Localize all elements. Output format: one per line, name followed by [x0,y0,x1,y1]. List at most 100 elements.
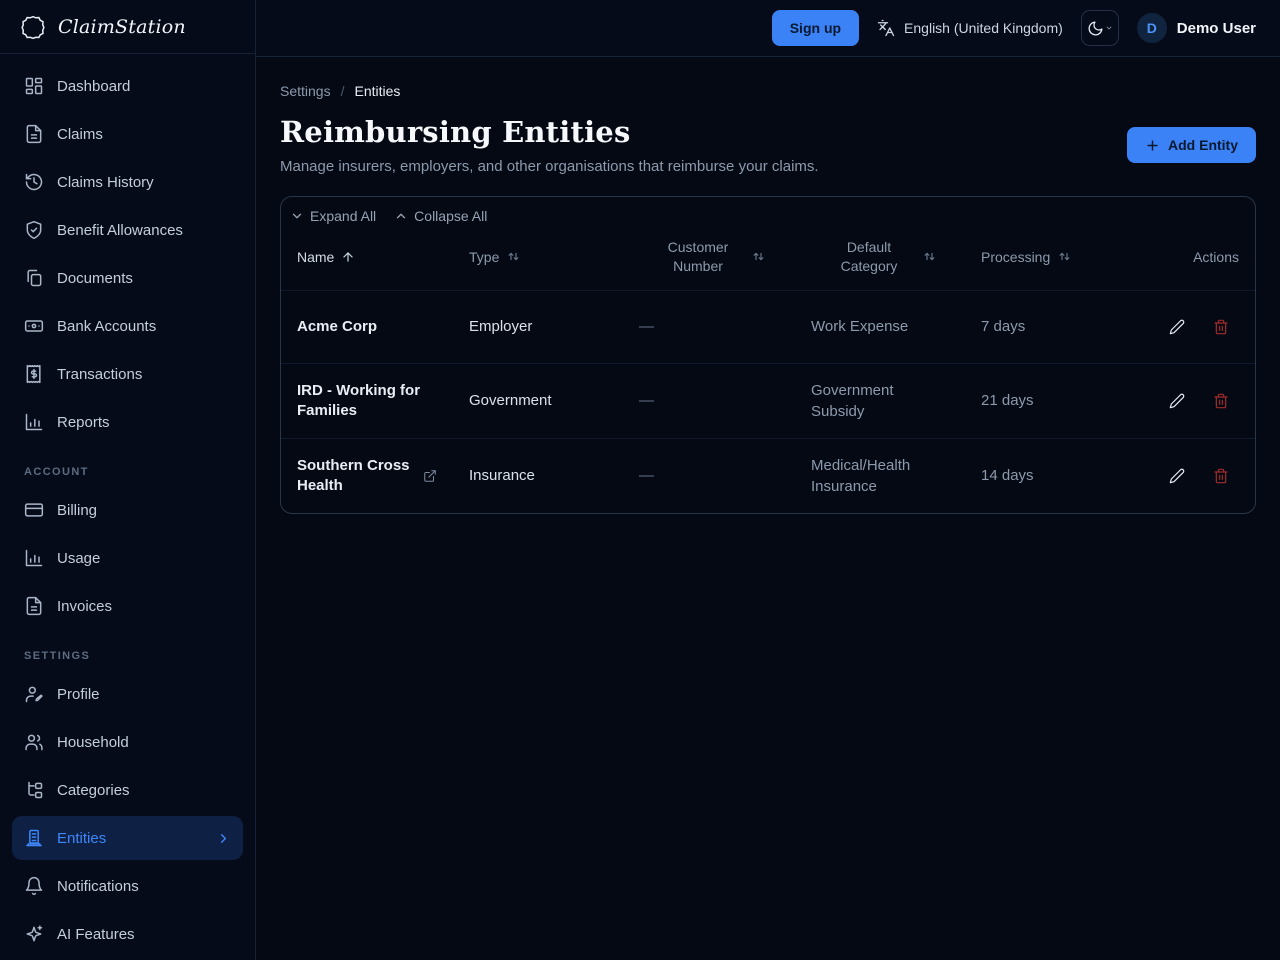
plus-icon [1145,138,1160,153]
sidebar-nav: Dashboard Claims Claims History Benefit … [0,54,255,960]
building-icon [24,828,44,848]
theme-toggle-button[interactable] [1080,10,1119,46]
sidebar-item-label: Transactions [57,365,143,383]
table-toolbar: Expand All Collapse All [281,197,1255,228]
collapse-all-button[interactable]: Collapse All [394,208,487,224]
add-entity-button[interactable]: Add Entity [1127,127,1256,163]
user-name: Demo User [1176,19,1256,37]
sidebar-item-benefit-allowances[interactable]: Benefit Allowances [12,208,243,252]
expand-all-label: Expand All [310,208,377,224]
sidebar-item-reports[interactable]: Reports [12,400,243,444]
sidebar-item-claims-history[interactable]: Claims History [12,160,243,204]
sort-updown-icon [1057,249,1072,264]
column-label-type: Type [469,248,500,265]
page-title: Reimbursing Entities [280,115,631,149]
shield-check-icon [24,220,44,240]
entities-table-card: Expand All Collapse All Name Type Custom… [280,196,1256,514]
sidebar-item-dashboard[interactable]: Dashboard [12,64,243,108]
page-content: Settings / Entities Reimbursing Entities… [256,57,1280,514]
chevron-right-icon [216,831,231,846]
column-header-processing[interactable]: Processing [965,228,1155,290]
topbar: Sign up English (United Kingdom) D Demo … [256,0,1280,57]
entity-processing: 21 days [981,392,1034,410]
file-text-icon [24,596,44,616]
sort-ascending-icon [341,250,355,264]
table-row: Acme Corp Employer — Work Expense 7 days [281,290,1255,363]
chart-column-icon [24,548,44,568]
breadcrumb-settings-link[interactable]: Settings [280,83,331,99]
sidebar-item-label: Bank Accounts [57,317,157,335]
sidebar-item-profile[interactable]: Profile [12,672,243,716]
entity-type: Insurance [469,467,535,485]
sidebar-item-label: Claims [57,125,103,143]
delete-entity-button[interactable] [1209,464,1233,488]
table-row: Southern Cross Health Insurance — Medica… [281,438,1255,513]
user-menu[interactable]: D Demo User [1136,13,1256,43]
dashboard-icon [24,76,44,96]
main-area: Sign up English (United Kingdom) D Demo … [256,0,1280,960]
breadcrumb-current: Entities [354,83,401,99]
signup-label: Sign up [789,20,842,36]
sidebar-item-invoices[interactable]: Invoices [12,584,243,628]
sidebar-item-claims[interactable]: Claims [12,112,243,156]
column-header-name[interactable]: Name [281,228,453,290]
sidebar-item-label: Usage [57,549,101,567]
page-header: Reimbursing Entities Manage insurers, em… [280,115,1256,175]
column-header-default-category[interactable]: Default Category [795,228,965,290]
copy-documents-icon [24,268,44,288]
sort-updown-icon [506,249,521,264]
pencil-icon [1169,393,1185,409]
sidebar-item-documents[interactable]: Documents [12,256,243,300]
trash-icon [1213,319,1229,335]
chevron-down-icon [290,209,304,223]
pencil-icon [1169,468,1185,484]
sidebar-heading-settings: Settings [24,650,91,662]
sidebar-item-billing[interactable]: Billing [12,488,243,532]
trash-icon [1213,468,1229,484]
external-link-icon[interactable] [423,469,437,483]
entity-customer-number: — [639,467,654,485]
sidebar-item-household[interactable]: Household [12,720,243,764]
sidebar-item-label: Benefit Allowances [57,221,183,239]
sidebar-item-label: Reports [57,413,110,431]
sidebar-item-bank-accounts[interactable]: Bank Accounts [12,304,243,348]
language-selector[interactable]: English (United Kingdom) [877,19,1063,37]
entity-processing: 14 days [981,467,1034,485]
bar-chart-icon [24,412,44,432]
table-header-row: Name Type Customer Number Default Catego… [281,228,1255,290]
delete-entity-button[interactable] [1209,315,1233,339]
edit-entity-button[interactable] [1165,389,1189,413]
delete-entity-button[interactable] [1209,389,1233,413]
collapse-all-label: Collapse All [414,208,488,224]
column-header-type[interactable]: Type [453,228,623,290]
language-label: English (United Kingdom) [904,20,1063,36]
sidebar-item-label: Household [57,733,129,751]
banknote-icon [24,316,44,336]
sidebar-item-usage[interactable]: Usage [12,536,243,580]
sidebar-item-label: Entities [57,829,107,847]
chevron-up-icon [394,209,408,223]
sidebar-item-label: Billing [57,501,98,519]
sidebar-item-ai-features[interactable]: AI Features [12,912,243,956]
column-header-customer-number[interactable]: Customer Number [623,228,795,290]
brand-header[interactable]: ClaimStation [0,0,255,54]
signup-button[interactable]: Sign up [771,10,860,46]
sidebar-item-categories[interactable]: Categories [12,768,243,812]
expand-all-button[interactable]: Expand All [290,208,376,224]
column-label-default-category: Default Category [840,239,898,274]
sidebar-item-label: Documents [57,269,133,287]
languages-icon [877,19,895,37]
edit-entity-button[interactable] [1165,315,1189,339]
column-label-name: Name [297,248,335,265]
entity-customer-number: — [639,318,654,336]
sidebar-item-transactions[interactable]: Transactions [12,352,243,396]
pencil-icon [1169,319,1185,335]
edit-entity-button[interactable] [1165,464,1189,488]
sidebar-item-notifications[interactable]: Notifications [12,864,243,908]
page-header-text: Reimbursing Entities Manage insurers, em… [280,115,819,175]
sidebar-item-label: Dashboard [57,77,131,95]
bell-icon [24,876,44,896]
sidebar: ClaimStation Dashboard Claims Claims His… [0,0,256,960]
history-icon [24,172,44,192]
sidebar-item-entities[interactable]: Entities [12,816,243,860]
